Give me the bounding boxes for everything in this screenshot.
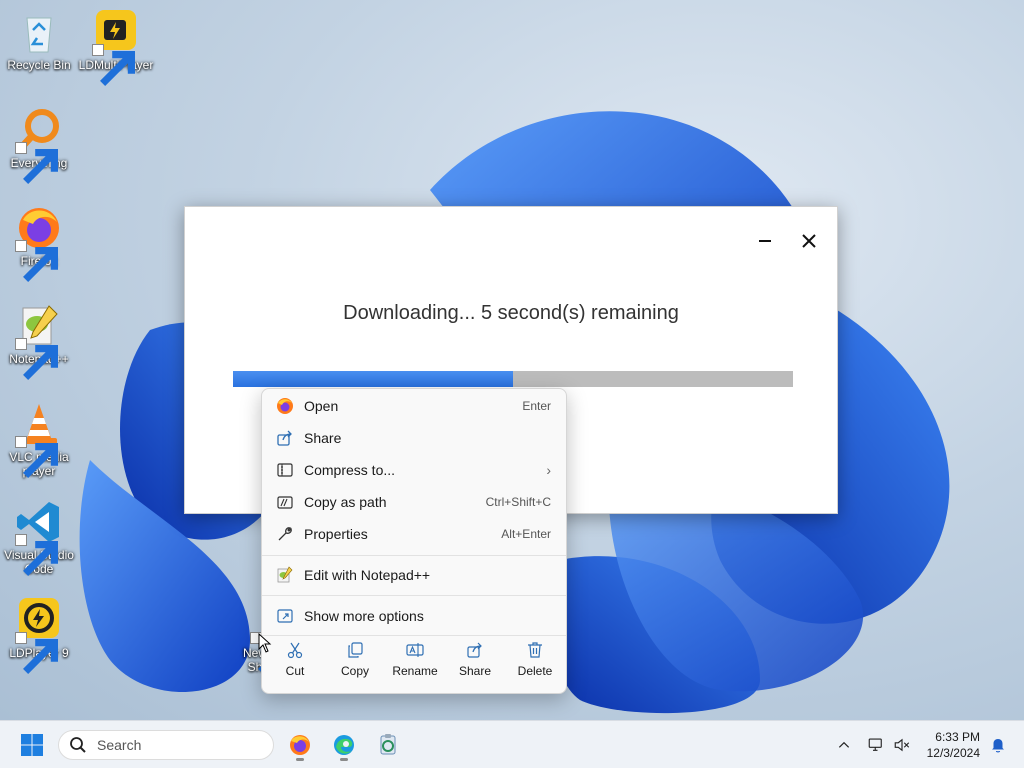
desktop-icon-everything[interactable]: Everything (1, 106, 77, 184)
scissors-icon (287, 642, 303, 659)
share-label: Share (458, 664, 492, 678)
shortcut-arrow-icon (15, 534, 58, 576)
shortcut-arrow-icon (92, 44, 135, 86)
clipboard-app-icon (380, 734, 396, 755)
context-menu: Open Enter Share Compress to... › Copy a… (261, 388, 567, 694)
taskbar-edge-button[interactable] (328, 729, 360, 761)
menu-item-label: Open (304, 398, 339, 414)
running-indicator (296, 758, 304, 761)
copy-button[interactable]: Copy (327, 641, 383, 678)
share-button[interactable]: Share (447, 641, 503, 678)
close-button[interactable] (793, 225, 825, 257)
desktop-icon-vscode[interactable]: Visual Studio Code (1, 498, 77, 576)
recycle-bin-icon (26, 17, 52, 53)
menu-separator (262, 635, 566, 636)
shortcut-arrow-icon (15, 142, 58, 184)
menu-separator (262, 555, 566, 556)
shortcut-arrow-icon (15, 436, 58, 478)
menu-item-label: Show more options (304, 608, 424, 624)
network-icon (868, 738, 882, 751)
firefox-icon (290, 735, 310, 755)
shortcut-arrow-icon (15, 338, 58, 380)
download-progress-bar (233, 371, 793, 387)
rename-button[interactable]: Rename (387, 641, 443, 678)
taskbar: Search 6:33 PM 12/3/2024 (0, 720, 1024, 768)
volume-muted-icon (894, 738, 910, 752)
bell-icon (992, 739, 1004, 753)
rename-label: Rename (392, 664, 438, 678)
delete-button[interactable]: Delete (507, 641, 563, 678)
volume-status-button[interactable] (886, 729, 918, 761)
search-placeholder: Search (97, 737, 142, 753)
notifications-button[interactable] (982, 729, 1014, 761)
show-hidden-icons-button[interactable] (828, 729, 860, 761)
menu-item-shortcut: Enter (522, 399, 551, 413)
menu-separator (262, 595, 566, 596)
download-status-text: Downloading... 5 second(s) remaining (343, 302, 679, 324)
cut-label: Cut (285, 664, 305, 678)
taskbar-firefox-button[interactable] (284, 729, 316, 761)
menu-item-shortcut: Ctrl+Shift+C (485, 495, 551, 509)
menu-item-label: Share (304, 430, 342, 446)
menu-item-compress[interactable]: Compress to... › (266, 455, 562, 485)
minimize-icon (759, 240, 771, 242)
running-indicator (340, 758, 348, 761)
menu-item-share[interactable]: Share (266, 423, 562, 453)
firefox-icon (275, 396, 295, 416)
download-progress-fill (233, 371, 513, 387)
chevron-right-icon: › (546, 462, 551, 478)
desktop-icon-firefox[interactable]: Firefox (1, 204, 77, 282)
zip-folder-icon (275, 460, 295, 480)
menu-item-open[interactable]: Open Enter (266, 391, 562, 421)
close-icon (802, 234, 816, 248)
taskbar-clock[interactable]: 6:33 PM 12/3/2024 (927, 729, 980, 761)
path-icon (275, 492, 295, 512)
copy-icon (348, 642, 363, 658)
shortcut-arrow-icon (15, 632, 58, 674)
trash-icon (528, 642, 542, 658)
menu-item-edit-notepadpp[interactable]: Edit with Notepad++ (266, 560, 562, 590)
share-icon (275, 428, 295, 448)
menu-item-label: Copy as path (304, 494, 387, 510)
chevron-up-icon (838, 741, 850, 748)
taskbar-app-button[interactable] (372, 729, 404, 761)
desktop-icon-notepadpp[interactable]: Notepad++ (1, 302, 77, 380)
clock-time: 6:33 PM (935, 730, 980, 744)
menu-item-label: Compress to... (304, 462, 396, 478)
search-icon (70, 737, 86, 753)
copy-label: Copy (340, 664, 369, 678)
desktop-icon-recycle-bin[interactable]: Recycle Bin (1, 8, 77, 72)
desktop-icon-ldplayer[interactable]: LDPlayer 9 (1, 596, 77, 674)
menu-item-label: Edit with Notepad++ (304, 567, 431, 583)
rename-icon (406, 643, 424, 657)
menu-item-label: Properties (304, 526, 368, 542)
delete-label: Delete (517, 664, 553, 678)
taskbar-search-box[interactable]: Search (58, 730, 274, 760)
mouse-cursor-icon (258, 633, 272, 653)
desktop-icon-ldmultiplayer[interactable]: LDMultiPlayer (78, 8, 154, 86)
menu-item-copy-as-path[interactable]: Copy as path Ctrl+Shift+C (266, 487, 562, 517)
clock-date: 12/3/2024 (926, 746, 980, 760)
notepadpp-icon (275, 565, 295, 585)
menu-item-shortcut: Alt+Enter (501, 527, 551, 541)
shortcut-arrow-icon (15, 240, 58, 282)
minimize-button[interactable] (749, 225, 781, 257)
edge-icon (334, 735, 354, 755)
menu-item-show-more-options[interactable]: Show more options (266, 601, 562, 631)
share-icon (467, 642, 482, 658)
desktop-icon-label: Recycle Bin (7, 58, 71, 72)
more-options-icon (275, 606, 295, 626)
cut-button[interactable]: Cut (267, 641, 323, 678)
windows-logo-icon (21, 734, 43, 756)
menu-item-properties[interactable]: Properties Alt+Enter (266, 519, 562, 549)
desktop-icon-vlc[interactable]: VLC media player (1, 400, 77, 478)
desktop: Recycle Bin LDMultiPlayer Everything Fir… (0, 0, 1024, 720)
wrench-icon (275, 524, 295, 544)
start-button[interactable] (16, 729, 48, 761)
